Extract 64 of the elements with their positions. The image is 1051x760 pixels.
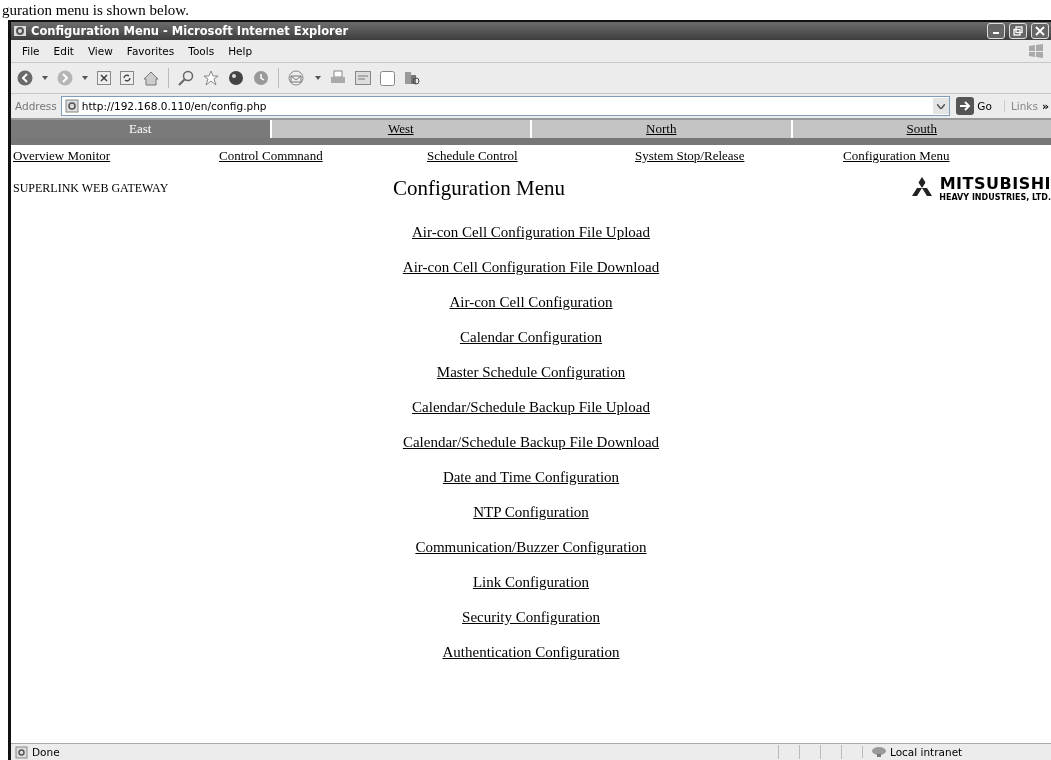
brand-text: SUPERLINK WEB GATEWAY	[13, 180, 170, 196]
config-link[interactable]: Calendar/Schedule Backup File Upload	[412, 397, 650, 418]
address-field[interactable]: http://192.168.0.110/en/config.php	[60, 96, 951, 116]
restore-button[interactable]	[1009, 23, 1027, 39]
chevron-down-icon	[937, 103, 946, 109]
config-link[interactable]: Calendar/Schedule Backup File Download	[402, 432, 660, 453]
config-link[interactable]: Link Configuration	[472, 572, 590, 593]
stop-icon[interactable]	[97, 71, 111, 85]
menu-item[interactable]: Edit	[46, 45, 81, 57]
favorites-icon[interactable]	[203, 70, 219, 86]
menu-item[interactable]: File	[15, 45, 47, 57]
region-tab[interactable]: South	[792, 120, 1051, 138]
config-link[interactable]: Security Configuration	[462, 607, 600, 628]
browser-icon	[13, 24, 27, 38]
config-link[interactable]: Calendar Configuration	[459, 327, 602, 348]
window-title: Configuration Menu - Microsoft Internet Explorer	[31, 24, 350, 38]
search-icon[interactable]	[178, 70, 194, 86]
menu-item[interactable]: Tools	[181, 45, 222, 57]
go-button[interactable]: Go	[954, 97, 1000, 115]
config-link[interactable]: Air-con Cell Configuration	[449, 292, 613, 313]
region-tab[interactable]: East	[11, 120, 270, 138]
menu-item[interactable]: Help	[221, 45, 260, 57]
config-link[interactable]: Air-con Cell Configuration File Download	[402, 257, 660, 278]
caret-icon[interactable]	[42, 76, 48, 80]
caret-icon[interactable]	[82, 76, 88, 80]
logo-subtitle: HEAVY INDUSTRIES, LTD.	[939, 193, 1051, 202]
config-link[interactable]: Air-con Cell Configuration File Upload	[412, 222, 650, 243]
page-icon	[64, 99, 79, 113]
caption-text: guration menu is shown below.	[2, 1, 189, 20]
note-icon[interactable]	[380, 70, 395, 86]
status-text: Done	[32, 746, 60, 758]
config-link[interactable]: Communication/Buzzer Configuration	[415, 537, 647, 558]
zone-text: Local intranet	[890, 746, 963, 758]
region-tab[interactable]: North	[532, 120, 791, 138]
config-link[interactable]: Authentication Configuration	[442, 642, 620, 663]
nav-link[interactable]: Overview Monitor	[13, 148, 111, 168]
nav-link[interactable]: Configuration Menu	[843, 148, 950, 168]
edit-icon[interactable]	[355, 70, 371, 86]
minimize-button[interactable]	[987, 23, 1005, 39]
logo-text: MITSUBISHI	[939, 174, 1051, 193]
refresh-icon[interactable]	[120, 71, 134, 85]
home-icon[interactable]	[143, 70, 159, 86]
nav-link[interactable]: Schedule Control	[427, 148, 518, 168]
menu-item[interactable]: Favorites	[119, 45, 182, 57]
config-link[interactable]: Date and Time Configuration	[442, 467, 620, 488]
address-label: Address	[15, 100, 57, 112]
restore-icon	[1013, 26, 1023, 36]
config-link[interactable]: Master Schedule Configuration	[436, 362, 626, 383]
chevron-button[interactable]: »	[1041, 99, 1051, 113]
back-icon[interactable]	[17, 70, 33, 86]
dropdown-button[interactable]	[933, 98, 950, 114]
config-link[interactable]: NTP Configuration	[473, 502, 589, 523]
windows-logo-icon	[1027, 43, 1045, 59]
nav-link[interactable]: Control Commnand	[219, 148, 323, 168]
close-icon	[1035, 26, 1045, 36]
region-tab[interactable]: West	[271, 120, 530, 138]
caret-icon[interactable]	[315, 76, 321, 80]
page-icon	[15, 745, 28, 759]
network-icon	[871, 746, 887, 758]
page-title: Configuration Menu	[393, 175, 567, 201]
mail-icon[interactable]	[288, 70, 306, 86]
menu-item[interactable]: View	[80, 45, 120, 57]
nav-link[interactable]: System Stop/Release	[635, 148, 745, 168]
close-button[interactable]	[1031, 23, 1049, 39]
